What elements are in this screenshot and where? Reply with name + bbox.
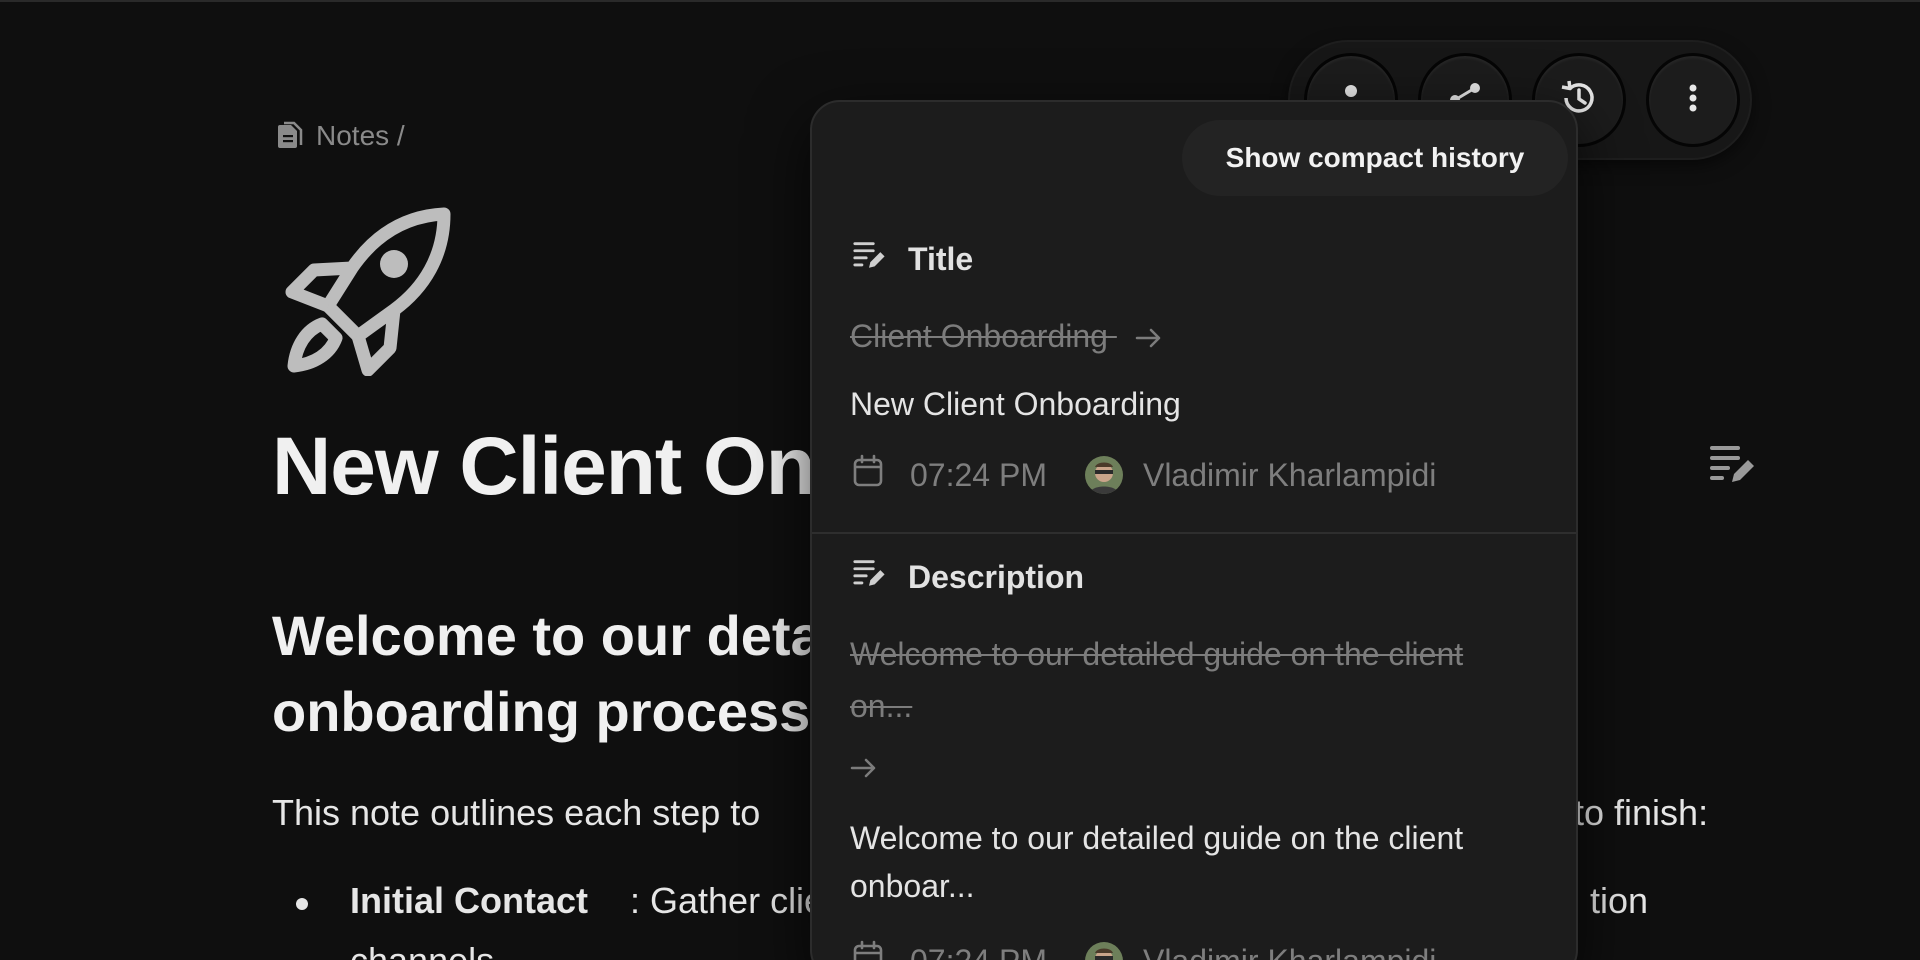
history-section-title-header: Title — [852, 238, 973, 280]
notes-icon — [274, 120, 306, 152]
rocket-icon[interactable] — [284, 206, 454, 377]
bullet-bold-text: Initial Contact — [350, 880, 589, 921]
old-description-value: Welcome to our detailed guide on the cli… — [850, 628, 1463, 732]
history-section-label: Title — [908, 240, 974, 277]
arrow-right-icon — [850, 756, 878, 785]
window-top-border — [0, 0, 1920, 2]
new-title-value: New Client Onboarding — [850, 386, 1181, 422]
calendar-icon — [852, 940, 884, 960]
breadcrumb[interactable]: Notes / — [274, 120, 405, 152]
history-time: 07:24 PM — [910, 943, 1047, 960]
paragraph-text: This note outlines each step to — [272, 792, 761, 833]
paragraph-tail: to finish: — [1574, 792, 1709, 833]
bullet-dot — [296, 898, 308, 910]
arrow-right-icon — [1135, 313, 1163, 365]
history-section-label: Description — [908, 558, 1085, 595]
calendar-icon — [852, 454, 884, 496]
breadcrumb-label[interactable]: Notes / — [316, 120, 405, 152]
new-description-line-2: onboar... — [850, 868, 975, 904]
bullet-tail: tion — [1590, 880, 1649, 921]
old-description-line-2: on... — [850, 688, 913, 724]
avatar[interactable] — [1084, 942, 1123, 960]
section-divider — [812, 532, 1576, 534]
avatar[interactable] — [1084, 456, 1123, 494]
more-vertical-icon — [1673, 78, 1713, 123]
history-meta: 07:24 PM Vladimir Kharlampidi — [852, 454, 1436, 496]
history-author[interactable]: Vladimir Kharlampidi — [1143, 457, 1436, 494]
history-section-description-header: Description — [852, 556, 1084, 598]
old-title-value: Client Onboarding — [850, 310, 1163, 365]
old-description-line-1: Welcome to our detailed guide on the cli… — [850, 636, 1464, 672]
more-options-button[interactable] — [1646, 53, 1740, 147]
new-description-line-1: Welcome to our detailed guide on the cli… — [850, 820, 1464, 856]
show-compact-history-button[interactable]: Show compact history — [1182, 120, 1568, 196]
edit-text-icon — [852, 556, 886, 598]
history-time: 07:24 PM — [910, 456, 1047, 493]
edit-text-icon — [852, 238, 886, 280]
history-panel: Show compact history Title Client Onboar… — [810, 100, 1578, 960]
history-author[interactable]: Vladimir Kharlampidi — [1143, 943, 1436, 960]
new-description-value: Welcome to our detailed guide on the cli… — [850, 814, 1550, 910]
edit-text-icon[interactable] — [1708, 440, 1756, 488]
bullet-continuation: channels — [350, 940, 494, 960]
old-value-text: Client Onboarding — [850, 318, 1108, 354]
history-meta: 07:24 PM Vladimir Kharlampidi — [852, 940, 1436, 960]
